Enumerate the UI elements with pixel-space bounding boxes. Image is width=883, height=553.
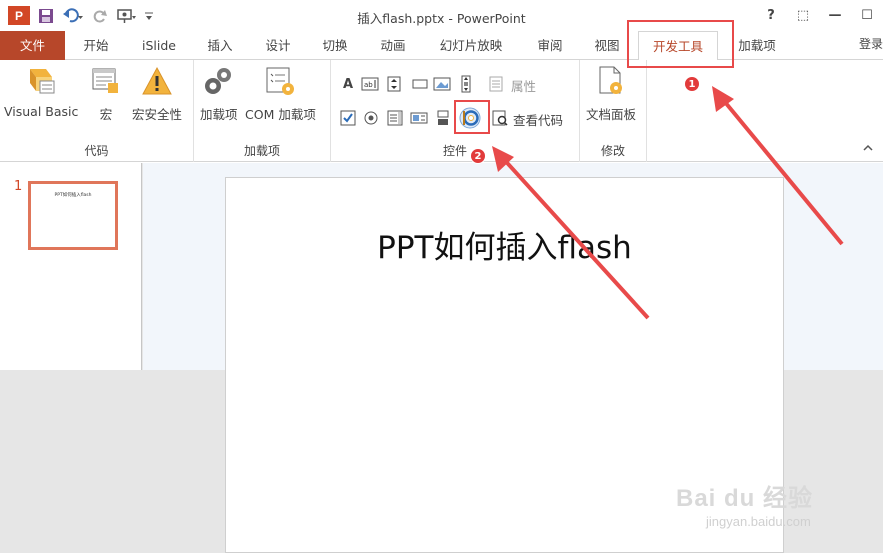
toggle-button-icon[interactable] bbox=[410, 109, 428, 127]
watermark-logo: Bai du 经验 bbox=[676, 485, 814, 512]
scroll-bar-icon[interactable] bbox=[457, 75, 475, 93]
command-button-icon[interactable] bbox=[411, 75, 429, 93]
visual-basic-label: Visual Basic bbox=[4, 104, 79, 119]
more-controls-highlight bbox=[454, 100, 490, 134]
combobox-control-icon[interactable] bbox=[434, 109, 452, 127]
com-addins-label: COM 加载项 bbox=[245, 107, 316, 122]
tab-islide[interactable]: iSlide bbox=[130, 31, 188, 60]
sign-in-link[interactable]: 登录 bbox=[859, 35, 883, 52]
title-bar: P 插入flash.pptx - PowerPoint ? ⬚ — ☐ bbox=[0, 0, 883, 31]
macros-button[interactable]: 宏 bbox=[88, 64, 124, 123]
macro-security-label: 宏安全性 bbox=[132, 107, 183, 122]
com-addins-button[interactable]: COM 加载项 bbox=[245, 64, 316, 123]
slide-title[interactable]: PPT如何插入flash bbox=[226, 222, 783, 267]
group-addins: 加载项 COM 加载项 加载项 bbox=[194, 60, 331, 162]
tab-review[interactable]: 审阅 bbox=[526, 31, 574, 60]
ribbon: Visual Basic 宏 宏安全性 代码 加载项 COM 加载项 加载项 A… bbox=[0, 60, 883, 162]
macros-label: 宏 bbox=[99, 107, 113, 122]
window-controls: ? ⬚ — ☐ bbox=[755, 0, 883, 31]
collapse-ribbon-icon[interactable] bbox=[863, 142, 873, 155]
document-panel-icon bbox=[593, 64, 629, 98]
group-controls-label: 控件 bbox=[442, 144, 467, 158]
gears-icon bbox=[201, 64, 237, 98]
group-modify-label: 修改 bbox=[600, 144, 625, 158]
properties-icon[interactable] bbox=[487, 75, 505, 93]
visual-basic-button[interactable]: Visual Basic bbox=[4, 64, 78, 119]
group-code-label: 代码 bbox=[84, 144, 109, 158]
tab-insert[interactable]: 插入 bbox=[196, 31, 244, 60]
group-modify: 文档面板 修改 bbox=[580, 60, 647, 162]
label-control-icon[interactable]: A bbox=[339, 75, 357, 93]
tab-home[interactable]: 开始 bbox=[72, 31, 120, 60]
textbox-control-icon[interactable]: ab bbox=[361, 75, 379, 93]
tab-file[interactable]: 文件 bbox=[0, 31, 65, 60]
developer-tab-highlight bbox=[627, 20, 734, 68]
properties-label[interactable]: 属性 bbox=[511, 76, 536, 95]
minimize-icon[interactable]: — bbox=[819, 6, 851, 26]
image-control-icon[interactable] bbox=[433, 75, 451, 93]
view-code-icon[interactable] bbox=[491, 109, 509, 127]
tab-animations[interactable]: 动画 bbox=[369, 31, 417, 60]
maximize-icon[interactable]: ☐ bbox=[851, 6, 883, 26]
addins-button[interactable]: 加载项 bbox=[200, 64, 238, 123]
slide-number: 1 bbox=[14, 179, 23, 194]
spin-button-icon[interactable] bbox=[385, 75, 403, 93]
slide-thumbnail[interactable]: PPT如何插入flash bbox=[28, 181, 118, 250]
step-badge-1: 1 bbox=[684, 76, 700, 92]
visual-basic-icon bbox=[23, 64, 59, 98]
macro-security-button[interactable]: 宏安全性 bbox=[132, 64, 182, 123]
svg-text:ab: ab bbox=[364, 81, 373, 89]
tab-view[interactable]: 视图 bbox=[583, 31, 631, 60]
document-panel-button[interactable]: 文档面板 bbox=[586, 64, 636, 123]
tab-design[interactable]: 设计 bbox=[254, 31, 302, 60]
tab-addins[interactable]: 加载项 bbox=[728, 31, 786, 60]
addins-label: 加载项 bbox=[200, 107, 238, 122]
slide-thumbnail-title: PPT如何插入flash bbox=[54, 193, 92, 198]
listbox-control-icon[interactable] bbox=[386, 109, 404, 127]
com-addins-icon bbox=[262, 64, 298, 98]
warning-icon bbox=[139, 64, 175, 98]
slide-thumbnail-pane: 1 PPT如何插入flash bbox=[0, 163, 142, 553]
group-code: Visual Basic 宏 宏安全性 代码 bbox=[0, 60, 194, 162]
ribbon-display-options-icon[interactable]: ⬚ bbox=[787, 6, 819, 26]
option-button-icon[interactable] bbox=[362, 109, 380, 127]
macros-icon bbox=[88, 64, 124, 98]
tab-slideshow[interactable]: 幻灯片放映 bbox=[430, 31, 512, 60]
document-panel-label: 文档面板 bbox=[586, 107, 637, 122]
watermark-domain: jingyan.baidu.com bbox=[706, 514, 811, 529]
group-addins-label: 加载项 bbox=[243, 144, 280, 158]
view-code-label[interactable]: 查看代码 bbox=[513, 110, 563, 129]
step-badge-2: 2 bbox=[470, 148, 486, 164]
checkbox-control-icon[interactable] bbox=[339, 109, 357, 127]
window-title: 插入flash.pptx - PowerPoint bbox=[357, 11, 526, 26]
thumbnail-pane-empty bbox=[0, 370, 142, 553]
help-icon[interactable]: ? bbox=[755, 6, 787, 26]
ribbon-tab-strip: 文件 开始 iSlide 插入 设计 切换 动画 幻灯片放映 审阅 视图 开发工… bbox=[0, 31, 883, 61]
tab-transitions[interactable]: 切换 bbox=[311, 31, 359, 60]
